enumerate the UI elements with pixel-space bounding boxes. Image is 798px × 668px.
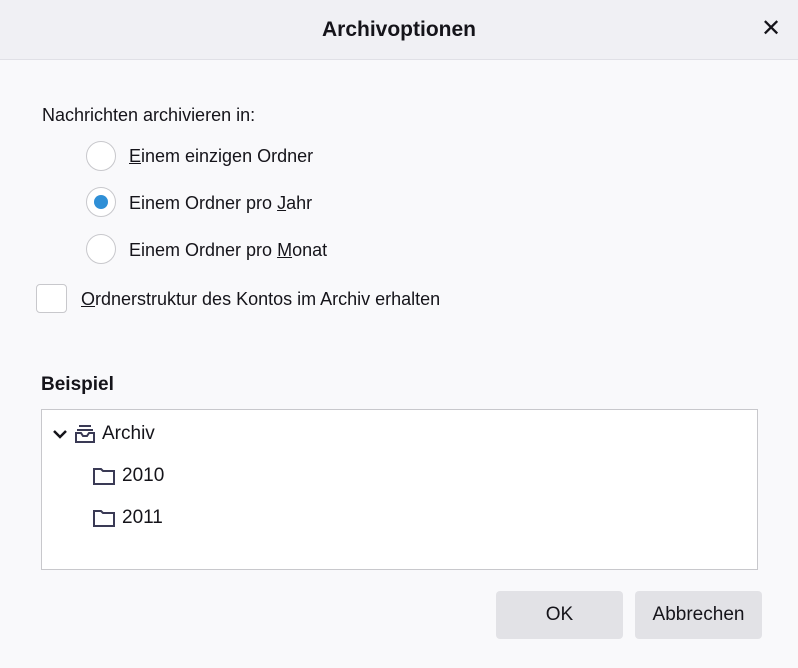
radio-folder-per-month[interactable] [86, 234, 116, 264]
chevron-down-icon [53, 430, 67, 439]
keep-structure-label[interactable]: Ordnerstruktur des Kontos im Archiv erha… [81, 289, 440, 310]
example-tree: Archiv 2010 2011 [41, 409, 758, 570]
dialog-title: Archivoptionen [321, 18, 476, 41]
tree-item-archive: Archiv [52, 423, 155, 445]
tree-item-2011: 2011 [92, 507, 163, 529]
example-heading: Beispiel [41, 374, 114, 395]
radio-single-folder-label[interactable]: Einem einzigen Ordner [129, 146, 313, 167]
archive-icon [75, 425, 95, 443]
tree-label-archive: Archiv [102, 423, 155, 444]
close-icon[interactable]: ✕ [758, 16, 784, 42]
folder-icon [93, 468, 115, 485]
cancel-button[interactable]: Abbrechen [635, 591, 762, 639]
radio-single-folder[interactable] [86, 141, 116, 171]
folder-icon [93, 510, 115, 527]
tree-label-2011: 2011 [122, 507, 163, 528]
keep-structure-checkbox[interactable] [36, 284, 67, 313]
tree-label-2010: 2010 [122, 465, 165, 486]
radio-folder-per-year-label[interactable]: Einem Ordner pro Jahr [129, 193, 312, 214]
dialog-titlebar: Archivoptionen ✕ [0, 0, 798, 60]
archive-in-label: Nachrichten archivieren in: [42, 105, 256, 125]
tree-item-2010: 2010 [92, 465, 164, 487]
ok-button[interactable]: OK [496, 591, 623, 639]
radio-folder-per-year[interactable] [86, 187, 116, 217]
radio-folder-per-month-label[interactable]: Einem Ordner pro Monat [129, 240, 327, 261]
